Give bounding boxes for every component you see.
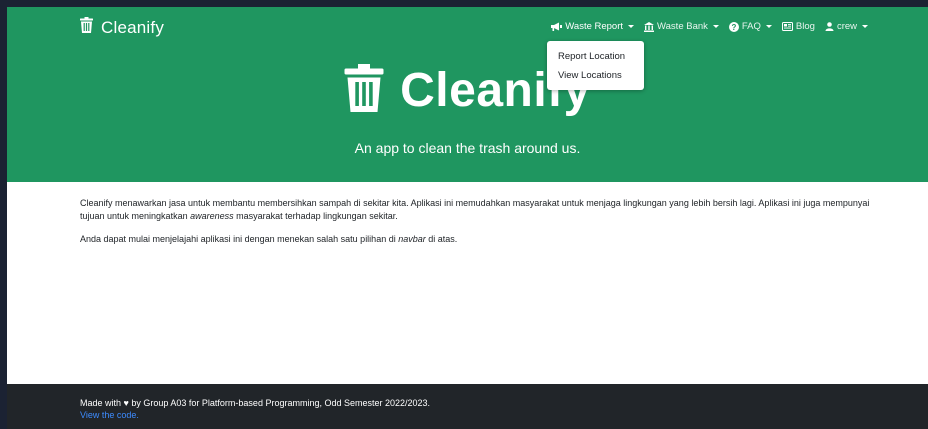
waste-report-dropdown-menu: Report Location View Locations [547,41,644,90]
instruction-text-a: Anda dapat mulai menjelajahi aplikasi in… [80,234,399,244]
chevron-down-icon [862,25,868,28]
navbar-brand[interactable]: Cleanify [80,17,164,38]
newspaper-icon [781,22,793,31]
nav-waste-report-label: Waste Report [565,21,624,32]
window-frame-top [0,0,928,7]
nav-faq-label: FAQ [741,21,761,32]
instruction-paragraph: Anda dapat mulai menjelajahi aplikasi in… [80,233,870,246]
brand-name: Cleanify [101,17,165,37]
instruction-text-b: di atas. [425,234,458,244]
navbar: Waste Report Waste Bank ? FAQ Blog crew [541,21,868,32]
intro-text-b: masyarakat terhadap lingkungan sekitar. [233,211,398,221]
nav-faq[interactable]: ? FAQ [728,21,772,32]
svg-text:?: ? [731,23,736,32]
user-icon [825,22,834,31]
trash-icon [80,17,93,38]
hero-section: Cleanify Waste Report Waste Bank ? FAQ B… [7,7,928,182]
nav-blog[interactable]: Blog [781,21,815,32]
megaphone-icon [551,22,563,31]
chevron-down-icon [765,25,772,28]
trash-icon [344,64,384,117]
chevron-down-icon [712,25,719,28]
intro-paragraph: Cleanify menawarkan jasa untuk membantu … [80,197,870,223]
footer-text-b: by Group A03 for Platform-based Programm… [128,398,431,408]
nav-blog-label: Blog [795,21,815,32]
nav-user-menu[interactable]: crew [825,21,868,32]
hero-title: Cleanify [7,64,928,117]
main-content: Cleanify menawarkan jasa untuk membantu … [80,197,870,256]
window-frame-left [0,0,7,429]
dropdown-item-view-locations[interactable]: View Locations [547,69,644,88]
nav-waste-bank[interactable]: Waste Bank [644,21,719,32]
question-circle-icon: ? [728,21,739,32]
page: Cleanify Waste Report Waste Bank ? FAQ B… [7,7,928,429]
footer: Made with ♥ by Group A03 for Platform-ba… [7,384,928,429]
bank-icon [644,21,655,32]
view-code-link[interactable]: View the code. [80,409,430,421]
footer-credits: Made with ♥ by Group A03 for Platform-ba… [80,397,430,421]
footer-text-a: Made with [80,398,124,408]
nav-user-label: crew [836,21,857,32]
hero-subtitle: An app to clean the trash around us. [354,140,581,156]
dropdown-item-report-location[interactable]: Report Location [547,50,644,69]
intro-emphasis: awareness [190,211,234,221]
nav-waste-report[interactable]: Waste Report [551,21,635,32]
chevron-down-icon [628,25,635,28]
instruction-emphasis: navbar [398,234,426,244]
nav-waste-bank-label: Waste Bank [657,21,708,32]
